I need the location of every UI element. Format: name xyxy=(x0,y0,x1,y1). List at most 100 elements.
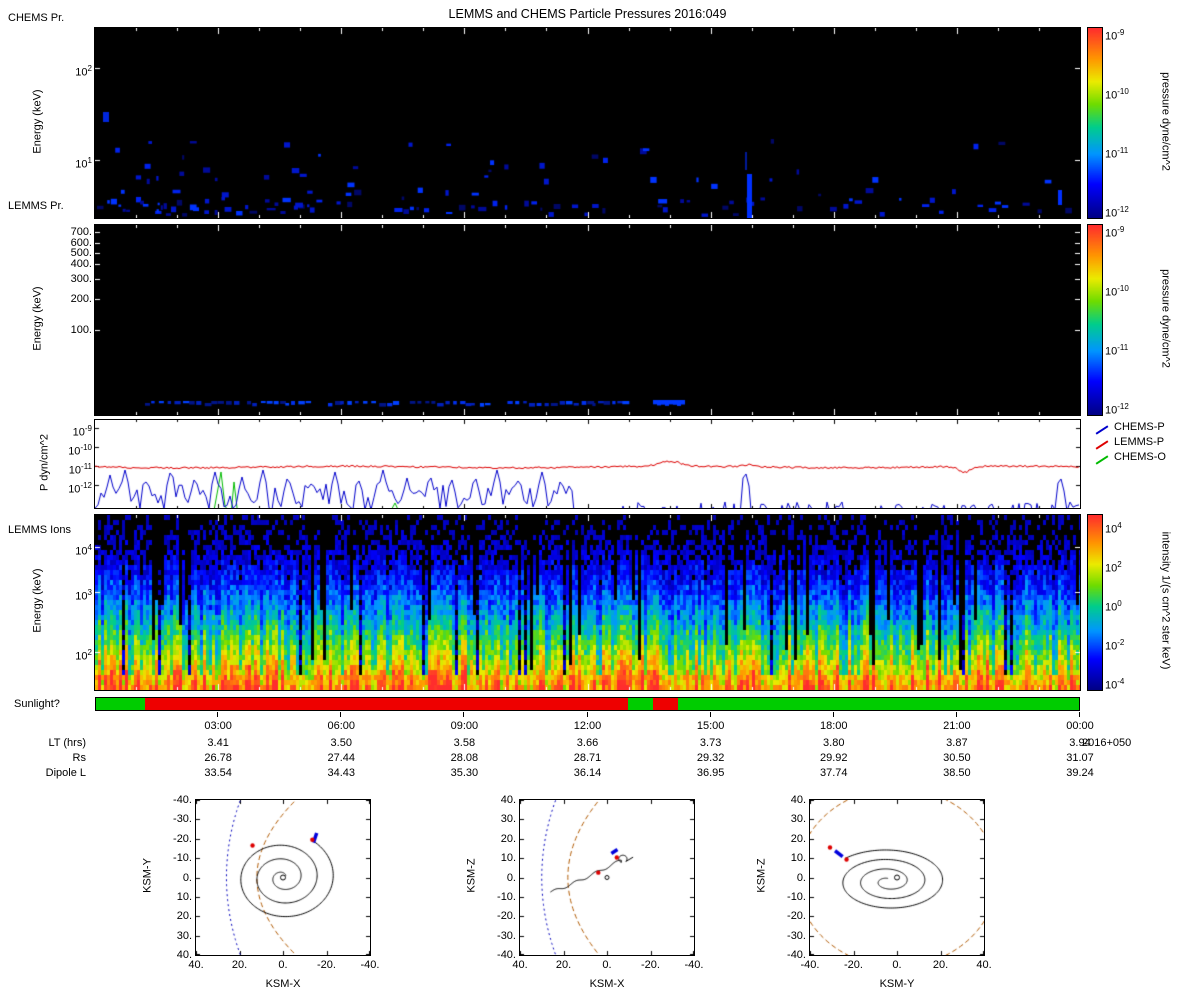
time-tick-mark xyxy=(217,712,219,717)
colorbar-tick-label: 10-10 xyxy=(1105,284,1129,299)
chems-spectrogram-canvas xyxy=(94,27,1081,219)
orbit-x-tick-label: 40. xyxy=(976,959,992,971)
orbit1-x-label: KSM-X xyxy=(265,978,301,990)
time-tick-label: 00:00 xyxy=(1066,720,1094,732)
ephemeris-value: 33.54 xyxy=(204,767,232,779)
orbit-x-tick-label: 0. xyxy=(278,959,288,971)
orbit-x-tick-label: 20. xyxy=(231,959,248,971)
colorbar-intensity xyxy=(1087,514,1103,691)
orbit-yz-canvas xyxy=(809,799,985,956)
sunlight-segment-shadow xyxy=(653,698,678,710)
ephemeris-value: 29.92 xyxy=(819,752,848,764)
ephemeris-value: 31.07 xyxy=(1066,752,1094,764)
orbit-y-tick-label: -30. xyxy=(173,813,192,826)
orbit-x-tick-label: -40. xyxy=(360,959,380,971)
colorbar-pressure-2 xyxy=(1087,224,1103,416)
colorbar-title-pressure-2: pressure dyne/cm^2 xyxy=(1159,269,1172,368)
orbit2-x-label: KSM-X xyxy=(589,978,625,990)
sunlight-segment-sun xyxy=(677,698,1079,710)
time-tick-label: 21:00 xyxy=(943,720,971,732)
colorbar-tick-label: 10-12 xyxy=(1105,402,1129,417)
y-tick-label: 103 xyxy=(75,588,92,603)
y-tick-label: 200. xyxy=(70,293,92,305)
colorbar-title-pressure-1: pressure dyne/cm^2 xyxy=(1159,72,1172,171)
time-tick-label: 12:00 xyxy=(573,720,602,732)
orbit-y-tick-label: -40. xyxy=(173,794,192,806)
legend-label-chems-p: CHEMS-P xyxy=(1114,421,1165,433)
legend-line-chems-p xyxy=(1095,425,1109,435)
orbit-x-tick-label: 0. xyxy=(892,959,902,971)
ephemeris-value: 39.24 xyxy=(1066,767,1094,779)
ephemeris-value: 3.73 xyxy=(699,737,722,749)
orbit-y-tick-label: -10. xyxy=(497,890,516,903)
orbit-y-tick-label: 30. xyxy=(500,813,516,826)
orbit-x-tick-label: -20. xyxy=(641,959,660,971)
orbit-y-tick-label: 10. xyxy=(500,852,516,865)
ephemeris-value: 37.74 xyxy=(819,767,848,779)
orbit2-y-label: KSM-Z xyxy=(465,858,478,893)
y-tick-label: 104 xyxy=(75,543,92,558)
ephemeris-value: 28.08 xyxy=(450,752,479,764)
orbit-y-tick-label: 0. xyxy=(506,871,516,884)
panel-label-lemms: LEMMS Pr. xyxy=(8,200,64,212)
ephemeris-value: 29.32 xyxy=(696,752,725,764)
y-tick-label: 101 xyxy=(75,156,92,171)
ephemeris-value: 3.87 xyxy=(946,737,968,749)
lemms-spectrogram-canvas xyxy=(94,224,1081,416)
time-tick-mark xyxy=(709,712,711,717)
orbit1-y-label: KSM-Y xyxy=(141,858,154,893)
legend-line-lemms-p xyxy=(1095,440,1109,450)
ephemeris-value: 34.43 xyxy=(327,767,356,779)
colorbar-title-intensity: intensity 1/(s cm^2 ster keV) xyxy=(1159,531,1172,670)
orbit-x-tick-label: 0. xyxy=(602,959,612,971)
y-tick-label: 102 xyxy=(75,64,92,79)
ephemeris-value: 27.44 xyxy=(327,752,356,764)
colorbar-tick-label: 100 xyxy=(1105,599,1122,614)
orbit-y-tick-label: -10. xyxy=(787,890,806,903)
y-tick-label: 300. xyxy=(70,273,92,285)
orbit-y-tick-label: 10. xyxy=(176,890,192,903)
colorbar-tick-label: 10-2 xyxy=(1105,638,1125,653)
ephemeris-value: 28.71 xyxy=(573,752,602,764)
ephemeris-value: 26.78 xyxy=(204,752,232,764)
ephemeris-row-label: Rs xyxy=(72,752,86,764)
time-tick-mark xyxy=(955,712,957,717)
colorbar-tick-label: 10-12 xyxy=(1105,205,1129,220)
ephemeris-row-label: LT (hrs) xyxy=(48,737,87,749)
orbit-y-tick-label: 20. xyxy=(176,910,192,923)
orbit-y-tick-label: -20. xyxy=(173,832,192,845)
orbit-x-tick-label: 20. xyxy=(555,959,572,971)
time-tick-label: 15:00 xyxy=(696,720,725,732)
orbit-y-tick-label: 40. xyxy=(790,794,806,806)
time-tick-label: 06:00 xyxy=(327,720,356,732)
ephemeris-value: 3.50 xyxy=(330,737,352,749)
y-tick-label: 10-9 xyxy=(72,424,92,439)
colorbar-tick-label: 104 xyxy=(1105,521,1122,536)
orbit-y-tick-label: 0. xyxy=(796,871,806,884)
figure-title: LEMMS and CHEMS Particle Pressures 2016:… xyxy=(448,7,727,21)
y-tick-label: 10-11 xyxy=(68,462,92,477)
colorbar-tick-label: 10-11 xyxy=(1105,343,1129,358)
time-tick-label: 09:00 xyxy=(450,720,479,732)
colorbar-pressure-1 xyxy=(1087,27,1103,219)
y-tick-label: 400. xyxy=(70,258,92,270)
colorbar-tick-label: 10-11 xyxy=(1105,146,1129,161)
ephemeris-value: 36.14 xyxy=(573,767,602,779)
orbit-y-tick-label: -30. xyxy=(497,929,516,942)
orbit-y-tick-label: 40. xyxy=(500,794,516,806)
figure-root: LEMMS and CHEMS Particle Pressures 2016:… xyxy=(0,0,1200,1000)
time-tick-mark xyxy=(340,712,342,717)
colorbar-tick-label: 10-9 xyxy=(1105,28,1125,43)
sunlight-bar xyxy=(95,697,1080,711)
orbit-x-tick-label: -40. xyxy=(684,959,704,971)
ephemeris-row-label: Dipole L xyxy=(45,767,86,779)
panel-label-chems: CHEMS Pr. xyxy=(8,12,65,24)
colorbar-tick-label: 10-10 xyxy=(1105,87,1129,102)
legend-label-lemms-p: LEMMS-P xyxy=(1114,436,1165,448)
ephemeris-value: 3.58 xyxy=(453,737,476,749)
orbit-y-tick-label: 30. xyxy=(790,813,806,826)
orbit3-x-label: KSM-Y xyxy=(879,978,915,990)
orbit-y-tick-label: 0. xyxy=(182,871,192,884)
orbit3-y-label: KSM-Z xyxy=(755,858,768,893)
ephemeris-value: 30.50 xyxy=(943,752,971,764)
